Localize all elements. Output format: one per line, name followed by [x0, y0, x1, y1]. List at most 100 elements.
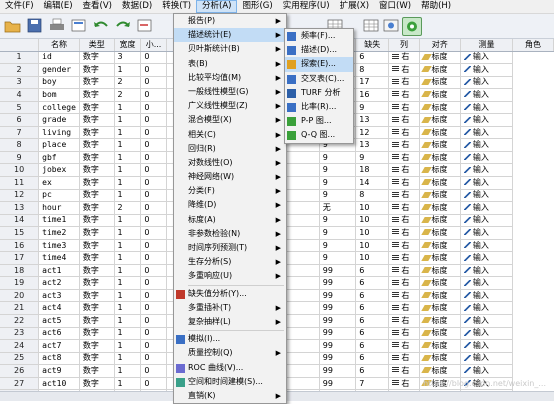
measure-cell[interactable]: 标度	[419, 151, 461, 165]
undo-icon[interactable]	[92, 17, 110, 34]
variable-name-cell[interactable]: act7	[38, 339, 80, 353]
width-cell[interactable]: 1	[114, 314, 142, 328]
type-cell[interactable]: 数字	[79, 264, 115, 278]
role-cell[interactable]: 输入	[460, 327, 514, 341]
variable-name-cell[interactable]: gbf	[38, 151, 80, 165]
type-cell[interactable]: 数字	[79, 101, 115, 115]
columns-cell[interactable]: 6	[355, 364, 390, 378]
type-cell[interactable]: 数字	[79, 276, 115, 290]
width-cell[interactable]: 1	[114, 163, 142, 177]
align-cell[interactable]: 右	[388, 163, 420, 177]
columns-cell[interactable]: 8	[355, 189, 390, 203]
variable-name-cell[interactable]: act3	[38, 289, 80, 303]
measure-cell[interactable]: 标度	[419, 138, 461, 152]
analyze-menu-item-15[interactable]: 非参数检验(N) ▶	[174, 227, 286, 241]
analyze-menu-item-3[interactable]: 表(B) ▶	[174, 57, 286, 71]
analyze-menu-item-6[interactable]: 广义线性模型(Z) ▶	[174, 99, 286, 113]
type-cell[interactable]: 数字	[79, 76, 115, 90]
width-cell[interactable]: 2	[114, 201, 142, 215]
row-number[interactable]: 2	[0, 63, 40, 77]
columns-cell[interactable]: 6	[355, 314, 390, 328]
variable-name-cell[interactable]: act8	[38, 352, 80, 366]
row-number[interactable]: 8	[0, 138, 40, 152]
row-number[interactable]: 15	[0, 226, 40, 240]
align-cell[interactable]: 右	[388, 327, 420, 341]
decimals-cell[interactable]: 0	[140, 314, 167, 328]
role-cell[interactable]: 输入	[460, 239, 514, 253]
column-header-11[interactable]: 角色	[512, 39, 554, 52]
missing-cell[interactable]: 99	[319, 276, 357, 290]
type-cell[interactable]: 数字	[79, 201, 115, 215]
row-number[interactable]: 12	[0, 189, 40, 203]
role-cell[interactable]: 输入	[460, 189, 514, 203]
columns-cell[interactable]: 7	[355, 377, 390, 391]
type-cell[interactable]: 数字	[79, 126, 115, 140]
align-cell[interactable]: 右	[388, 251, 420, 265]
type-cell[interactable]: 数字	[79, 239, 115, 253]
menu-6[interactable]: 图形(G)	[237, 0, 277, 13]
align-cell[interactable]: 右	[388, 377, 420, 391]
analyze-menu-item-23[interactable]: 质量控制(Q) ▶	[174, 346, 286, 360]
missing-cell[interactable]: 99	[319, 364, 357, 378]
type-cell[interactable]: 数字	[79, 352, 115, 366]
analyze-menu-item-1[interactable]: 描述统计(E) ▶	[174, 28, 286, 43]
analyze-menu-item-13[interactable]: 降维(D) ▶	[174, 198, 286, 212]
role-cell[interactable]: 输入	[460, 138, 514, 152]
analyze-menu-item-4[interactable]: 比较平均值(M) ▶	[174, 71, 286, 85]
decimals-cell[interactable]: 0	[140, 201, 167, 215]
decimals-cell[interactable]: 0	[140, 163, 167, 177]
analyze-menu-item-19[interactable]: 缺失值分析(Y)...	[174, 287, 286, 301]
row-number[interactable]: 23	[0, 327, 40, 341]
width-cell[interactable]: 1	[114, 352, 142, 366]
row-number[interactable]: 19	[0, 276, 40, 290]
role-cell[interactable]: 输入	[460, 51, 514, 65]
measure-cell[interactable]: 标度	[419, 101, 461, 115]
columns-cell[interactable]: 10	[355, 239, 390, 253]
analyze-menu-item-10[interactable]: 对数线性(O) ▶	[174, 156, 286, 170]
align-cell[interactable]: 右	[388, 214, 420, 228]
columns-cell[interactable]: 18	[355, 163, 390, 177]
decimals-cell[interactable]: 0	[140, 138, 167, 152]
variable-name-cell[interactable]: time4	[38, 251, 80, 265]
width-cell[interactable]: 1	[114, 214, 142, 228]
measure-cell[interactable]: 标度	[419, 163, 461, 177]
type-cell[interactable]: 数字	[79, 51, 115, 65]
analyze-menu-item-7[interactable]: 混合模型(X) ▶	[174, 113, 286, 127]
row-number[interactable]: 1	[0, 51, 40, 65]
descriptives-item-3[interactable]: 交叉表(C)...	[285, 72, 353, 86]
missing-cell[interactable]: 9	[319, 251, 357, 265]
column-header-9[interactable]: 对齐	[419, 39, 461, 52]
align-cell[interactable]: 右	[388, 101, 420, 115]
measure-cell[interactable]: 标度	[419, 51, 461, 65]
row-number[interactable]: 11	[0, 176, 40, 190]
analyze-menu-item-21[interactable]: 复杂抽样(L) ▶	[174, 315, 286, 329]
columns-cell[interactable]: 8	[355, 63, 390, 77]
columns-cell[interactable]: 9	[355, 151, 390, 165]
measure-cell[interactable]: 标度	[419, 189, 461, 203]
measure-cell[interactable]: 标度	[419, 251, 461, 265]
row-number[interactable]: 17	[0, 251, 40, 265]
width-cell[interactable]: 1	[114, 113, 142, 127]
menu-7[interactable]: 实用程序(U)	[278, 0, 335, 13]
descriptives-item-7[interactable]: Q-Q 图...	[285, 128, 353, 142]
columns-cell[interactable]: 13	[355, 138, 390, 152]
measure-cell[interactable]: 标度	[419, 113, 461, 127]
variable-name-cell[interactable]: ex	[38, 176, 80, 190]
column-header-3[interactable]: 小...	[140, 39, 167, 52]
decimals-cell[interactable]: 0	[140, 126, 167, 140]
decimals-cell[interactable]: 0	[140, 352, 167, 366]
missing-cell[interactable]: 9	[319, 151, 357, 165]
row-number[interactable]: 27	[0, 377, 40, 391]
role-cell[interactable]: 输入	[460, 364, 514, 378]
column-header-2[interactable]: 宽度	[114, 39, 142, 52]
variable-name-cell[interactable]: gender	[38, 63, 80, 77]
align-cell[interactable]: 右	[388, 239, 420, 253]
variable-name-cell[interactable]: time2	[38, 226, 80, 240]
type-cell[interactable]: 数字	[79, 151, 115, 165]
decimals-cell[interactable]: 0	[140, 251, 167, 265]
role-cell[interactable]: 输入	[460, 163, 514, 177]
width-cell[interactable]: 1	[114, 63, 142, 77]
analyze-menu-item-2[interactable]: 贝叶斯统计(B) ▶	[174, 42, 286, 56]
width-cell[interactable]: 1	[114, 377, 142, 391]
missing-cell[interactable]: 9	[319, 239, 357, 253]
